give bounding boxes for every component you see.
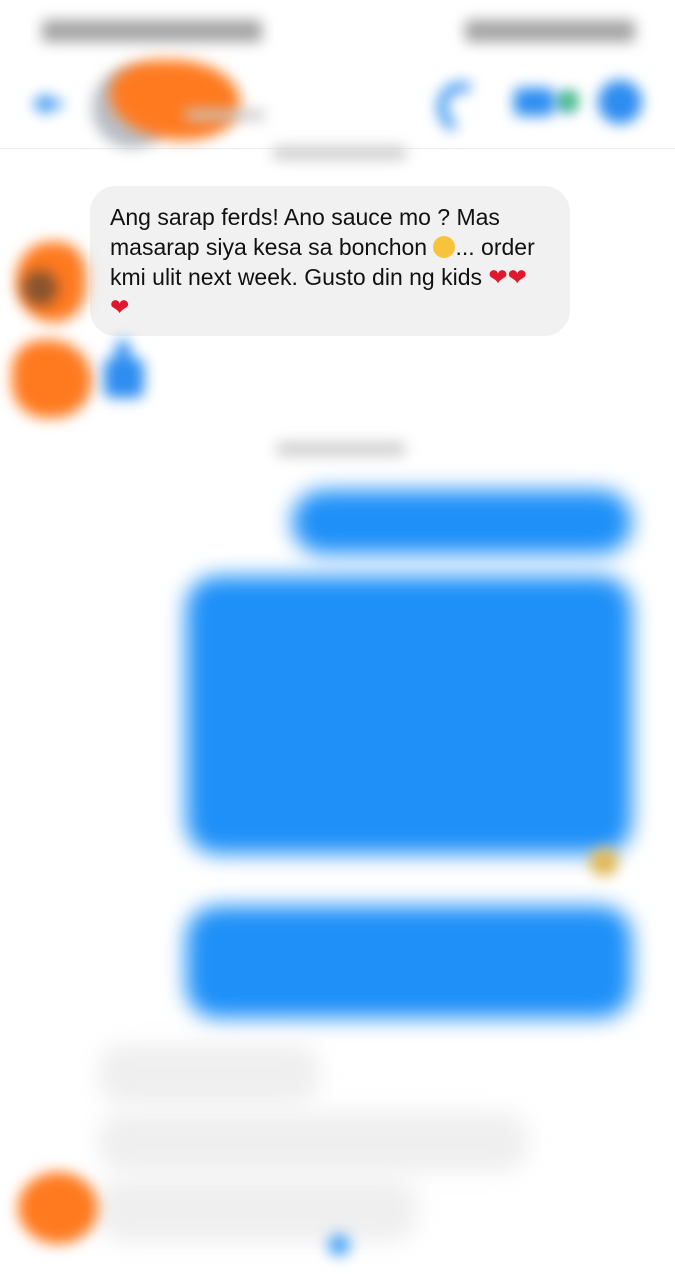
incoming-message-bubble[interactable] xyxy=(98,1178,418,1242)
outgoing-message-bubble[interactable] xyxy=(292,490,632,554)
thumbs-up-icon[interactable] xyxy=(90,340,154,404)
status-time xyxy=(42,20,262,42)
incoming-message-bubble[interactable] xyxy=(98,1112,528,1172)
smile-emoji-icon xyxy=(433,236,456,258)
seen-indicator-icon xyxy=(328,1234,350,1256)
phone-icon[interactable] xyxy=(432,78,476,122)
incoming-message-bubble[interactable]: Ang sarap ferds! Ano sauce mo ? Mas masa… xyxy=(90,186,570,336)
avatar xyxy=(22,270,58,306)
heart-emoji-icon: ❤ xyxy=(110,294,130,320)
incoming-message-bubble[interactable] xyxy=(98,1044,320,1104)
contact-status xyxy=(185,110,265,120)
status-icons xyxy=(465,20,635,42)
chat-header xyxy=(0,60,675,149)
outgoing-message-bubble[interactable] xyxy=(186,906,632,1018)
heart-emoji-icon: ❤❤ xyxy=(488,264,527,290)
info-icon[interactable] xyxy=(598,80,642,124)
redacted-avatar xyxy=(12,340,92,418)
status-bar xyxy=(0,0,675,60)
reaction-emoji-icon xyxy=(590,848,618,876)
timestamp xyxy=(272,146,407,160)
active-dot xyxy=(560,92,578,110)
timestamp xyxy=(276,442,406,456)
redacted-avatar xyxy=(18,1172,98,1244)
outgoing-message-bubble[interactable] xyxy=(186,576,632,854)
back-arrow-icon[interactable] xyxy=(28,82,62,116)
